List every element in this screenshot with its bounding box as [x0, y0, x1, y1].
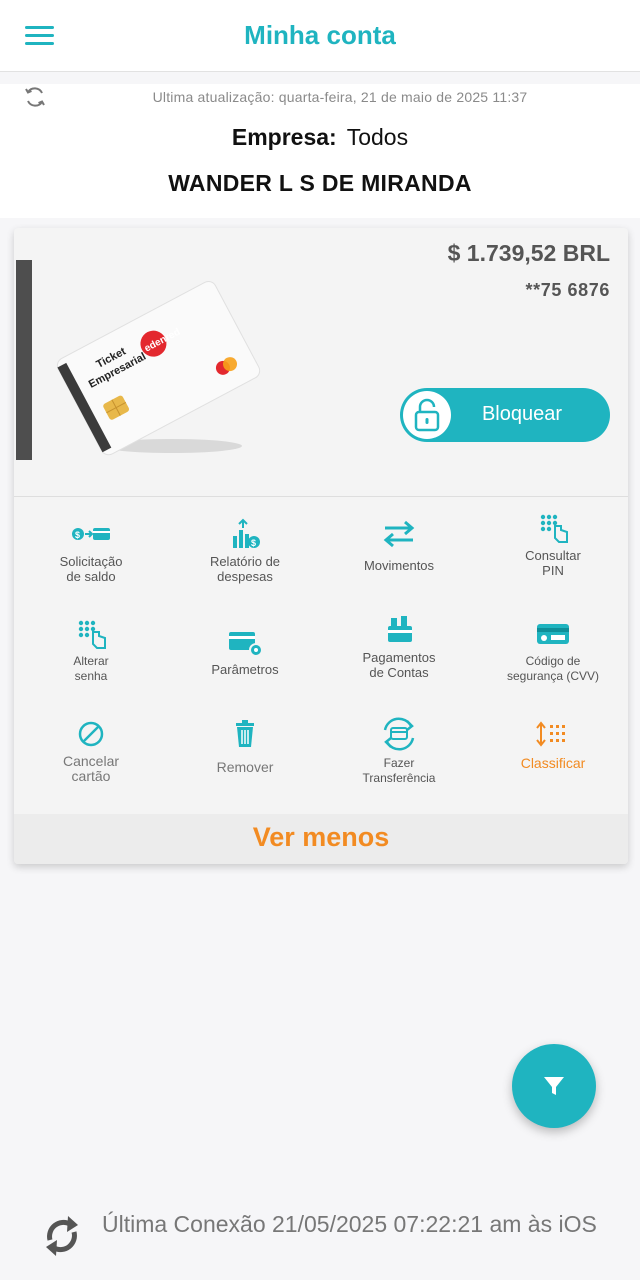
transfer-arrows-icon	[383, 520, 415, 548]
action-label: Pagamentos de Contas	[362, 650, 436, 680]
expense-report-icon: $	[233, 518, 260, 548]
action-check-pin[interactable]: Consultar PIN	[476, 512, 628, 578]
account-owner-name: WANDER L S DE MIRANDA	[0, 160, 640, 218]
action-change-password[interactable]: Alterar senha	[14, 618, 168, 684]
divider	[14, 496, 628, 497]
last-connection-footer: Última Conexão 21/05/2025 07:22:21 am às…	[0, 1190, 640, 1280]
action-label: Classificar	[520, 755, 586, 771]
company-value: Todos	[346, 124, 409, 150]
trash-icon	[236, 720, 254, 747]
balance-request-icon: $	[72, 528, 110, 540]
company-label: Empresa:	[231, 124, 337, 150]
keypad-touch-icon	[540, 514, 568, 543]
card-number: **75 6876	[525, 280, 610, 300]
card-cvv-icon	[537, 624, 569, 644]
action-label: Relatório de despesas	[209, 554, 281, 584]
action-balance-request[interactable]: $ Solicitação de saldo	[14, 518, 168, 584]
action-label: Cancelar cartão	[62, 753, 120, 784]
action-label: Solicitação de saldo	[59, 554, 123, 584]
sort-icon	[536, 721, 565, 747]
svg-text:$: $	[251, 538, 256, 548]
company-selector[interactable]: Empresa: Todos	[0, 110, 640, 160]
card-image: Ticket Empresarial edenred	[56, 280, 261, 456]
cancel-icon	[78, 721, 104, 747]
card-settings-icon	[229, 632, 263, 657]
transfer-card-icon	[383, 717, 415, 751]
action-bill-payment[interactable]: Pagamentos de Contas	[322, 614, 476, 680]
action-parameters[interactable]: Parâmetros	[168, 626, 322, 677]
action-cancel-card[interactable]: Cancelar cartão	[14, 718, 168, 784]
block-button-label: Bloquear	[481, 403, 563, 425]
action-movements[interactable]: Movimentos	[322, 518, 476, 573]
action-label: Parâmetros	[211, 662, 279, 677]
filter-icon	[544, 1077, 564, 1095]
card-accent-bar	[16, 260, 32, 460]
lock-icon	[414, 398, 440, 432]
action-sort[interactable]: Classificar	[476, 718, 628, 771]
page-title: Minha conta	[244, 20, 396, 50]
last-update-text: Ultima atualização: quarta-feira, 21 de …	[152, 89, 528, 105]
action-label: Consultar PIN	[525, 548, 581, 578]
svg-text:$: $	[75, 530, 80, 540]
action-security-code[interactable]: Código de segurança (CVV)	[476, 618, 628, 684]
show-less-button[interactable]: Ver menos	[14, 814, 628, 864]
card-panel: $ 1.739,52 BRL **75 6876 Ticket Empresar…	[14, 228, 628, 864]
refresh-icon[interactable]	[22, 84, 48, 110]
action-expense-report[interactable]: $ Relatório de despesas	[168, 518, 322, 584]
last-connection-text: Última Conexão 21/05/2025 07:22:21 am às…	[102, 1211, 597, 1237]
bill-payment-icon	[388, 616, 412, 642]
action-label: Remover	[216, 759, 274, 775]
keypad-touch-icon	[78, 620, 106, 649]
action-label: Código de segurança (CVV)	[506, 654, 600, 683]
block-card-button[interactable]: Bloquear	[400, 388, 610, 442]
action-label: Alterar senha	[73, 654, 109, 683]
action-remove[interactable]: Remover	[168, 718, 322, 775]
last-update-row: Ultima atualização: quarta-feira, 21 de …	[0, 84, 640, 110]
card-balance: $ 1.739,52 BRL	[447, 240, 610, 266]
filter-button[interactable]	[512, 1044, 596, 1128]
sync-icon	[46, 1216, 78, 1256]
app-header: Minha conta	[0, 0, 640, 72]
action-label: Movimentos	[363, 558, 435, 573]
action-label: Fazer Transferência	[362, 756, 436, 785]
action-transfer[interactable]: Fazer Transferência	[322, 714, 476, 786]
